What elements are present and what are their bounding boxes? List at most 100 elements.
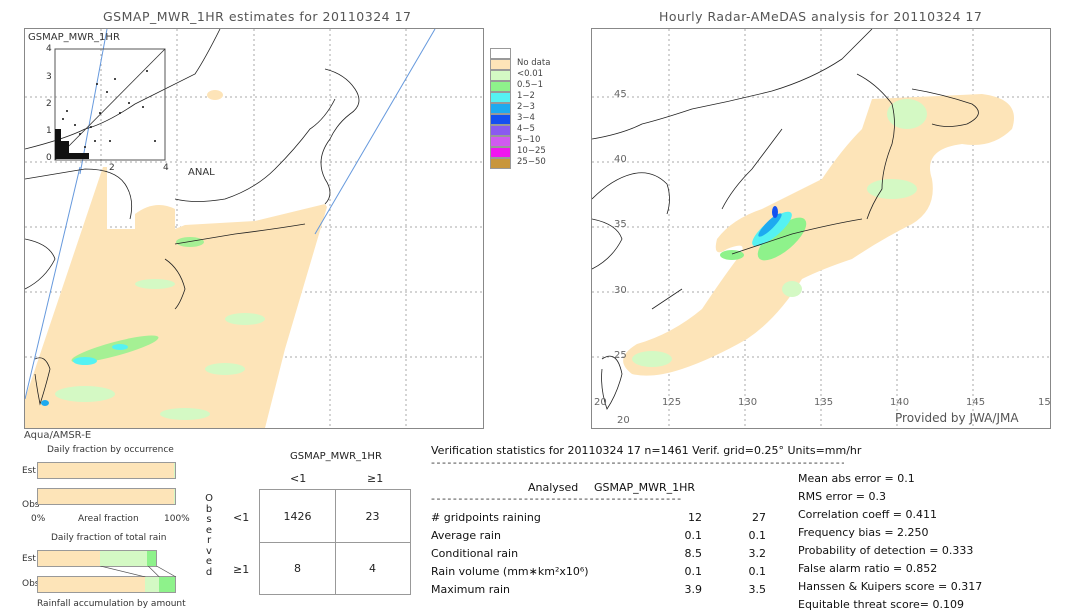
header-divider: ----------------------------------------… xyxy=(431,456,844,469)
score-line: Hanssen & Kuipers score = 0.317 xyxy=(798,580,983,593)
bar-segment xyxy=(38,489,175,504)
bar-segment xyxy=(38,463,174,478)
inset-title: GSMAP_MWR_1HR xyxy=(28,32,120,43)
lat-tick: 20 xyxy=(594,397,607,408)
legend-swatch xyxy=(490,59,511,70)
inset-y-tick: 2 xyxy=(46,99,52,109)
lon-tick: 125 xyxy=(662,397,682,408)
bar-segment xyxy=(100,551,148,566)
stat-model-value: 3.2 xyxy=(748,547,767,560)
lon-tick: 15 xyxy=(1038,397,1051,408)
total-rain-connector-lines xyxy=(100,566,177,577)
observed-side-label: Observed xyxy=(205,493,213,578)
left-map-title: GSMAP_MWR_1HR estimates for 20110324 17 xyxy=(103,9,412,24)
accumulation-label: Rainfall accumulation by amount xyxy=(37,599,186,609)
stat-model-value: 0.1 xyxy=(748,529,767,542)
stat-label: Maximum rain xyxy=(431,583,510,596)
radar-map-graphic xyxy=(592,29,1050,428)
radar-amedas-map: 45 40 35 30 25 20 125 130 135 140 145 15… xyxy=(591,28,1051,429)
stat-analysed-value: 12 xyxy=(688,511,702,524)
stat-label: Conditional rain xyxy=(431,547,519,560)
total-rain-est-bar xyxy=(37,550,157,567)
stat-analysed-value: 3.9 xyxy=(684,583,703,596)
axis-mid-label: Areal fraction xyxy=(78,514,139,524)
scatter-points xyxy=(55,70,156,159)
inset-x-tick: 2 xyxy=(109,163,115,173)
bar-segment xyxy=(38,551,101,566)
legend-swatch xyxy=(490,147,511,158)
legend-label: 5−10 xyxy=(517,135,541,145)
score-line: Mean abs error = 0.1 xyxy=(798,472,915,485)
stat-analysed-value: 0.1 xyxy=(684,529,703,542)
bar-segment xyxy=(158,577,175,592)
contingency-grid: 1426 23 8 4 xyxy=(259,489,411,595)
stat-model-value: 3.5 xyxy=(748,583,767,596)
gsmap-map-graphic xyxy=(25,29,483,428)
cell-misses: 8 xyxy=(294,562,301,575)
col-header: <1 xyxy=(290,472,307,485)
provider-label: Provided by JWA/JMA xyxy=(895,411,1019,425)
stat-model-value: 0.1 xyxy=(748,565,767,578)
stat-analysed-value: 8.5 xyxy=(684,547,703,560)
occurrence-obs-bar xyxy=(37,488,176,505)
occurrence-title: Daily fraction by occurrence xyxy=(47,445,174,455)
legend-swatch xyxy=(490,125,511,136)
total-rain-obs-bar xyxy=(37,576,176,593)
bar-segment xyxy=(147,551,156,566)
stat-label: Average rain xyxy=(431,529,501,542)
legend-label: 2−3 xyxy=(517,102,535,112)
inset-y-tick: 1 xyxy=(46,126,52,136)
side-label-char: s xyxy=(206,514,212,525)
row-header: <1 xyxy=(233,511,250,524)
legend-label: 25−50 xyxy=(517,157,546,167)
stat-label: # gridpoints raining xyxy=(431,511,541,524)
lon-tick: 135 xyxy=(814,397,834,408)
cell-hits: 4 xyxy=(369,562,376,575)
score-line: Equitable threat score= 0.109 xyxy=(798,598,964,611)
table-divider: ----------------------------------------… xyxy=(431,492,681,505)
sensor-label: Aqua/AMSR-E xyxy=(24,430,92,441)
lat-tick: 25 xyxy=(614,350,627,361)
inset-y-tick: 0 xyxy=(46,153,52,163)
occurrence-est-bar xyxy=(37,462,176,479)
side-label-char: e xyxy=(205,556,213,567)
score-line: False alarm ratio = 0.852 xyxy=(798,562,938,575)
lon-tick: 145 xyxy=(966,397,986,408)
legend-swatch xyxy=(490,158,511,169)
legend-label: 0.5−1 xyxy=(517,80,544,90)
side-label-char: O xyxy=(205,493,213,504)
side-label-char: d xyxy=(205,566,213,578)
axis-right-label: 100% xyxy=(164,514,190,524)
cell-false-alarms: 23 xyxy=(365,510,380,523)
bar-segment xyxy=(144,577,159,592)
contingency-title: GSMAP_MWR_1HR xyxy=(290,451,382,462)
bar-segment xyxy=(38,577,145,592)
legend-label: <0.01 xyxy=(517,69,544,79)
legend-label: 10−25 xyxy=(517,146,546,156)
legend-swatch xyxy=(490,103,511,114)
korea-rain-patch xyxy=(135,205,175,239)
score-line: Frequency bias = 2.250 xyxy=(798,526,929,539)
lat-tick: 45 xyxy=(614,89,627,100)
stat-analysed-value: 0.1 xyxy=(684,565,703,578)
inset-x-tick: 4 xyxy=(163,163,169,173)
right-map-title: Hourly Radar-AMeDAS analysis for 2011032… xyxy=(659,9,983,24)
legend-label: 4−5 xyxy=(517,124,535,134)
lon-tick: 130 xyxy=(738,397,758,408)
score-line: Probability of detection = 0.333 xyxy=(798,544,974,557)
bar-segment xyxy=(174,489,175,504)
stat-model-value: 27 xyxy=(752,511,766,524)
side-label-char: r xyxy=(206,535,212,546)
lat-tick: 30 xyxy=(614,285,627,296)
axis-left-label: 0% xyxy=(31,514,46,524)
legend-swatch xyxy=(490,136,511,147)
lon-tick: 140 xyxy=(890,397,910,408)
stat-label: Rain volume (mm∗km²x10⁶) xyxy=(431,565,589,578)
legend-swatch xyxy=(490,48,511,59)
gsmap-estimate-map: GSMAP_MWR_1HR 4 3 2 1 0 2 4 ANAL xyxy=(24,28,484,429)
lat-tick: 35 xyxy=(614,219,627,230)
radar-coverage xyxy=(623,94,1014,376)
connector-line xyxy=(100,566,146,577)
total-rain-title: Daily fraction of total rain xyxy=(51,533,167,543)
connector-line xyxy=(147,566,160,577)
